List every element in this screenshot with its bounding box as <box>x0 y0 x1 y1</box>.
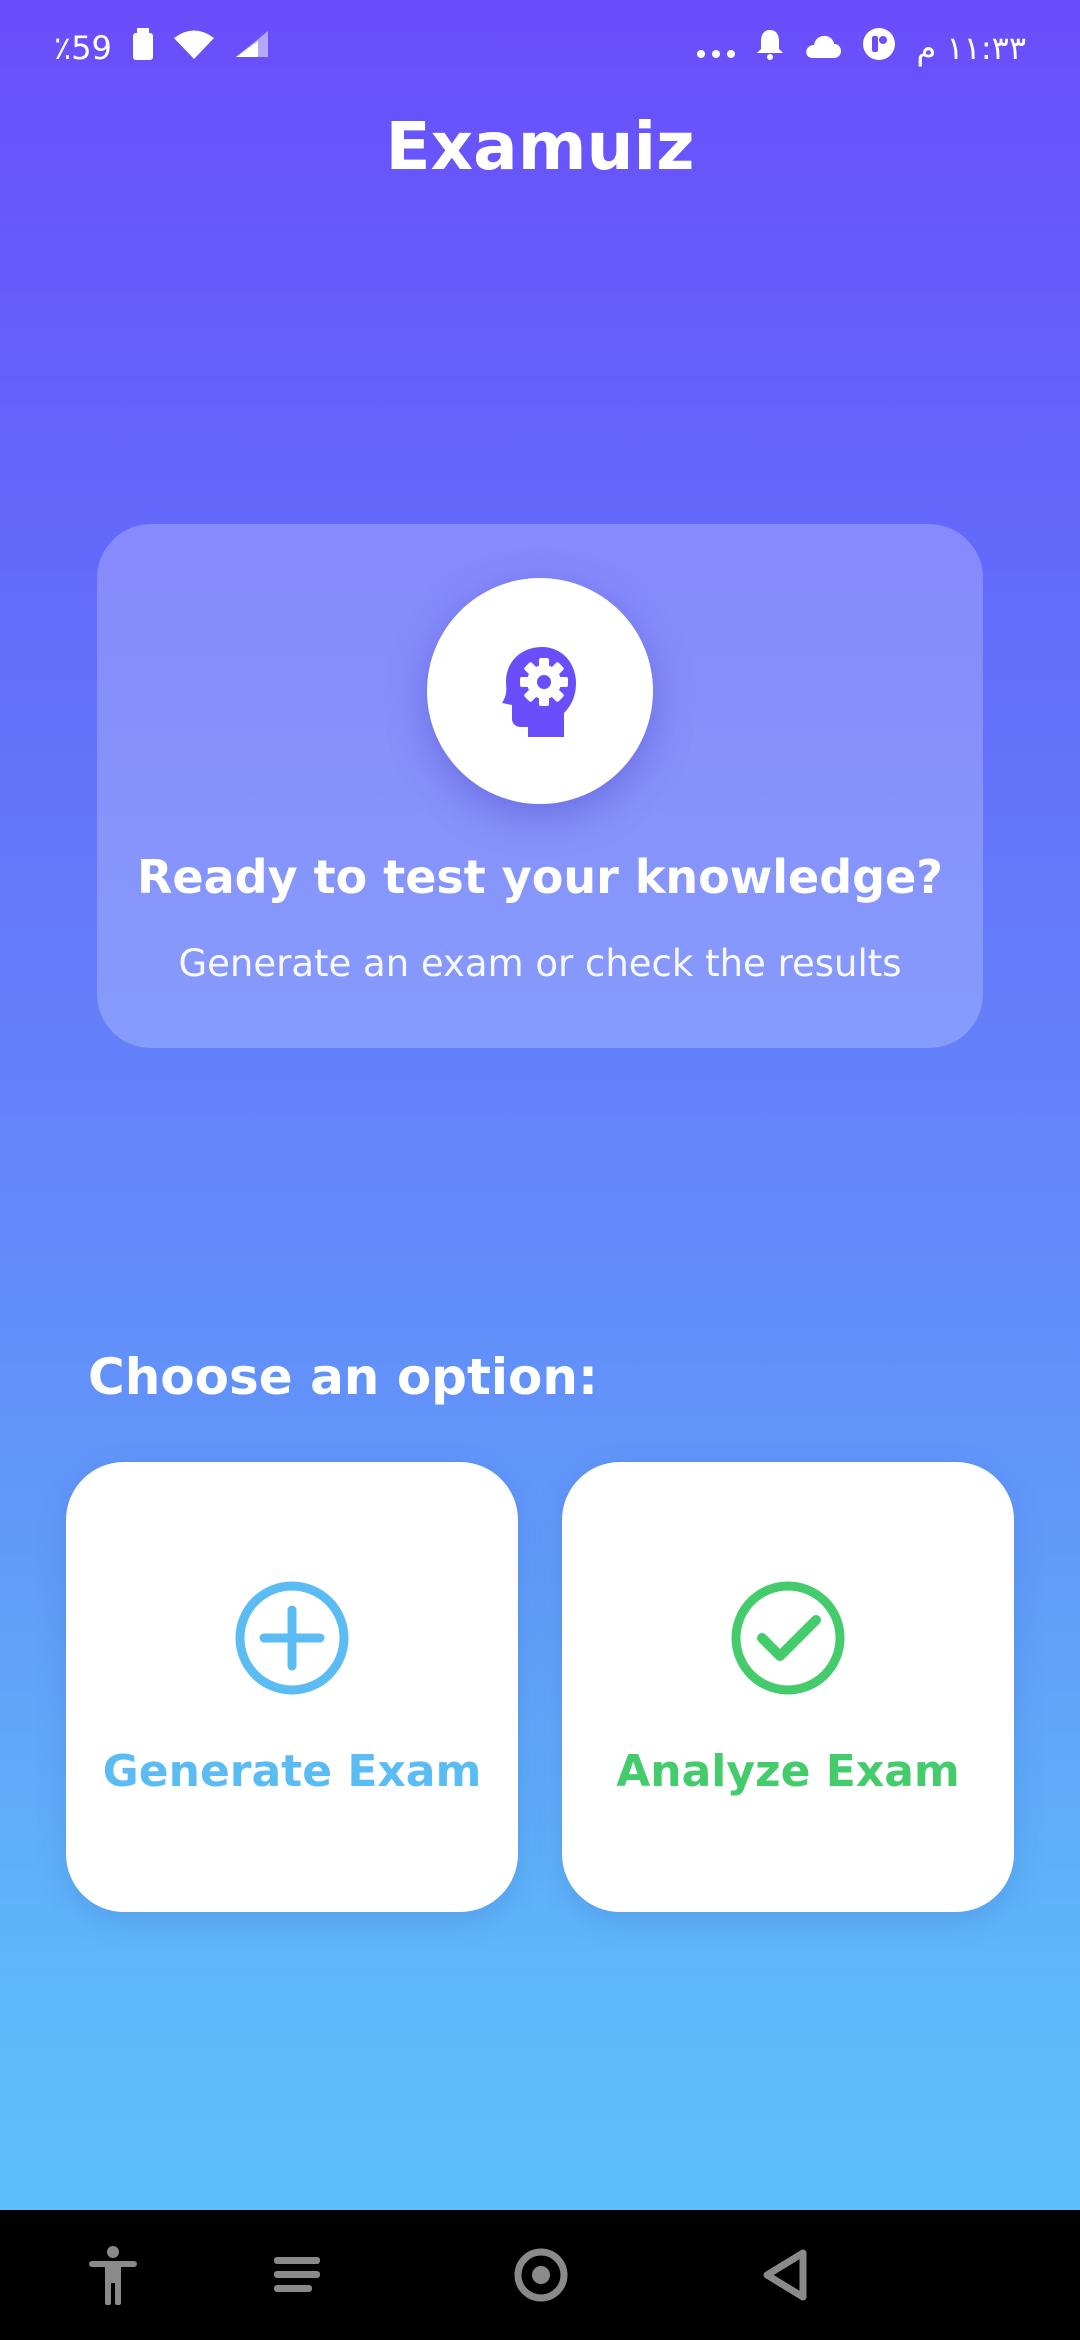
home-icon[interactable] <box>508 2242 574 2308</box>
hero-icon-circle <box>427 578 653 804</box>
app-badge-icon <box>862 27 896 69</box>
hero-card: Ready to test your knowledge? Generate a… <box>97 524 983 1048</box>
recents-icon[interactable] <box>264 2242 330 2308</box>
back-icon[interactable] <box>752 2242 818 2308</box>
status-right: ١١:٣٣ م <box>696 27 1026 69</box>
generate-exam-label: Generate Exam <box>102 1746 482 1797</box>
accessibility-icon[interactable] <box>80 2242 146 2308</box>
cloud-icon <box>804 29 842 67</box>
analyze-exam-button[interactable]: Analyze Exam <box>562 1462 1014 1912</box>
app-title: Examuiz <box>385 108 695 185</box>
analyze-exam-label: Analyze Exam <box>616 1746 960 1797</box>
bell-icon <box>756 28 784 68</box>
hero-subtitle: Generate an exam or check the results <box>178 942 902 985</box>
brain-gear-icon <box>490 639 590 743</box>
more-dots-icon <box>696 29 736 67</box>
battery-percent: ٪59 <box>54 29 112 67</box>
status-left: ٪59 <box>54 28 270 68</box>
generate-exam-button[interactable]: Generate Exam <box>66 1462 518 1912</box>
status-bar: ٪59 ١١:٣٣ م <box>0 0 1080 96</box>
hero-heading: Ready to test your knowledge? <box>137 850 943 904</box>
signal-icon <box>234 29 270 67</box>
clock: ١١:٣٣ م <box>916 29 1026 67</box>
wifi-icon <box>173 29 214 67</box>
choose-option-label: Choose an option: <box>88 1348 598 1406</box>
check-circle-icon <box>728 1578 848 1698</box>
plus-circle-icon <box>232 1578 352 1698</box>
system-nav-bar <box>0 2210 1080 2340</box>
battery-icon <box>132 28 154 68</box>
